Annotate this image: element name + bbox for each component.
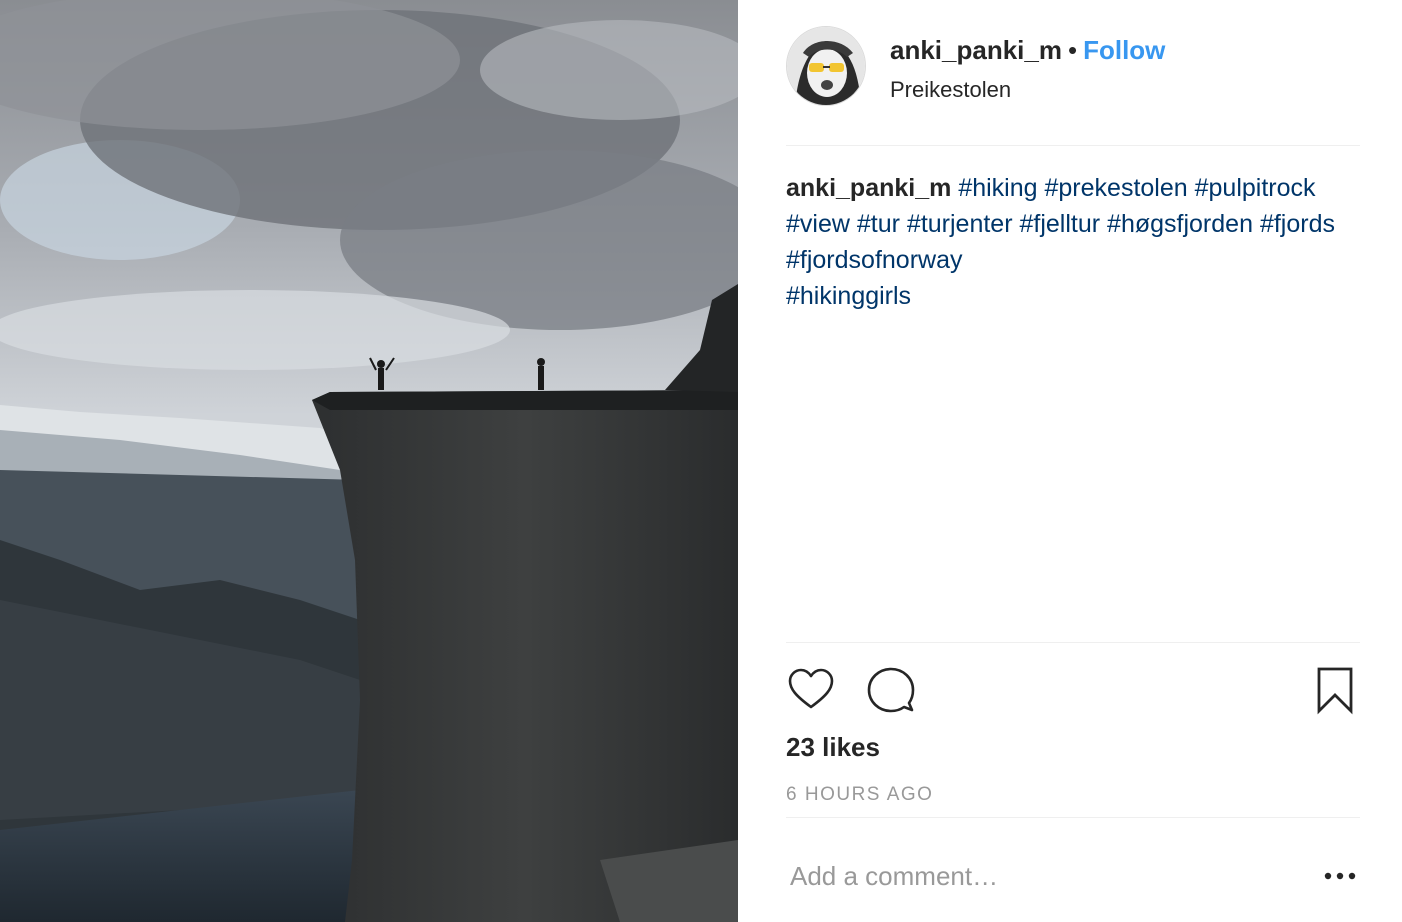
post-caption: anki_panki_m #hiking #prekestolen #pulpi…: [786, 170, 1360, 314]
fjord-cliff-photo: [0, 0, 738, 922]
save-button[interactable]: [1310, 665, 1360, 715]
post-actions: 23 likes 6 HOURS AGO: [786, 642, 1360, 818]
hashtag[interactable]: #tur: [857, 210, 900, 238]
avatar-image: [787, 27, 865, 105]
more-options-button[interactable]: [1320, 860, 1360, 892]
hashtag[interactable]: #view: [786, 210, 850, 238]
post-location[interactable]: Preikestolen: [890, 76, 1011, 104]
hashtag[interactable]: #turjenter: [907, 210, 1013, 238]
hashtag[interactable]: #hikinggirls: [786, 282, 911, 310]
comment-bubble-icon: [867, 667, 915, 713]
avatar[interactable]: [786, 26, 866, 106]
heart-icon: [788, 668, 834, 709]
hashtag[interactable]: #fjordsofnorway: [786, 246, 962, 274]
hashtag[interactable]: #fjords: [1260, 210, 1335, 238]
like-button[interactable]: [786, 665, 836, 715]
hashtag[interactable]: #fjelltur: [1020, 210, 1101, 238]
author-line: anki_panki_m • Follow: [890, 34, 1165, 66]
post-details-panel: anki_panki_m • Follow Preikestolen anki_pa…: [738, 0, 1402, 922]
caption-username[interactable]: anki_panki_m: [786, 174, 951, 202]
comment-box: [786, 846, 1360, 906]
hashtag[interactable]: #pulpitrock: [1195, 174, 1316, 202]
post-photo[interactable]: [0, 0, 738, 922]
ellipsis-icon: [1324, 872, 1356, 880]
comment-input[interactable]: [790, 858, 1290, 894]
separator-dot: •: [1067, 35, 1078, 65]
hashtag[interactable]: #prekestolen: [1045, 174, 1188, 202]
hashtag[interactable]: #høgsfjorden: [1107, 210, 1253, 238]
hashtag[interactable]: #hiking: [958, 174, 1037, 202]
comment-button[interactable]: [866, 665, 916, 715]
author-username[interactable]: anki_panki_m: [890, 35, 1062, 65]
post-header: anki_panki_m • Follow Preikestolen: [786, 26, 1360, 146]
post-timestamp: 6 HOURS AGO: [786, 784, 934, 805]
bookmark-icon: [1317, 667, 1353, 715]
follow-button[interactable]: Follow: [1083, 35, 1165, 65]
likes-count[interactable]: 23 likes: [786, 731, 880, 763]
